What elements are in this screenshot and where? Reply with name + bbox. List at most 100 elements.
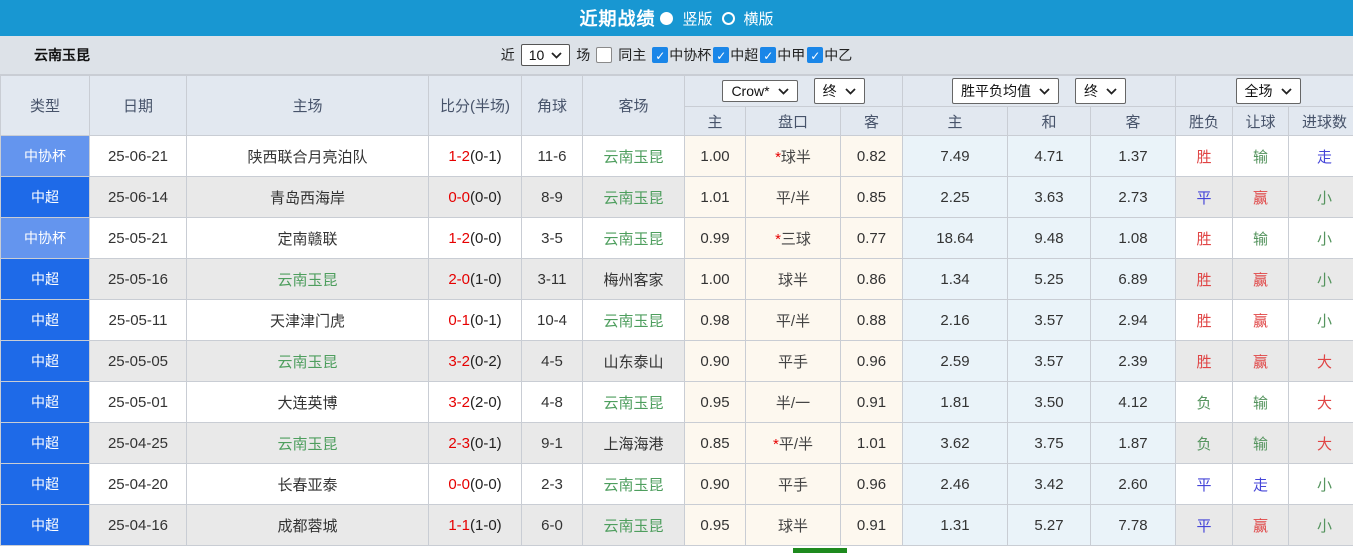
odds-home-cell: 0.95 [684,381,746,423]
away-team-cell[interactable]: 云南玉昆 [582,135,685,177]
halftime-score: (0-1) [470,147,502,165]
avg-draw-cell: 3.50 [1007,381,1092,423]
score-cell[interactable]: 0-0(0-0) [428,176,522,218]
away-team-cell[interactable]: 云南玉昆 [582,299,685,341]
corner-cell: 3-11 [521,258,583,300]
home-team-cell[interactable]: 陕西联合月亮泊队 [186,135,429,177]
handicap-value: 平/半 [775,189,811,207]
odds-away-cell: 0.82 [839,135,904,177]
handicap-result-cell: 走 [1232,463,1290,505]
horizontal-layout-label[interactable]: 横版 [744,8,774,29]
match-row: 中超 25-06-14 青岛西海岸 0-0(0-0) 8-9 云南玉昆 1.01 平/半 0.8… [0,176,1353,218]
date-cell: 25-06-21 [89,135,187,177]
same-home-checkbox[interactable] [596,47,613,63]
chevron-down-icon [777,87,789,95]
avg-home-cell: 7.49 [902,135,1009,177]
handicap-value: 平/半 [775,312,811,330]
match-count-value: 10 [528,47,545,63]
league-checkbox[interactable]: ✓ [652,47,669,63]
scope-select[interactable]: 全场 [1235,78,1301,104]
away-team-cell[interactable]: 梅州客家 [582,258,685,300]
handicap-cell: 球半 [745,258,841,300]
vertical-layout-label[interactable]: 竖版 [682,8,712,29]
score-cell[interactable]: 0-1(0-1) [428,299,522,341]
corner-cell: 4-5 [521,340,583,382]
odds-away-cell: 0.96 [839,463,904,505]
handicap-value: 球半 [780,148,811,166]
goals-cell: 大 [1288,381,1353,423]
away-team-cell[interactable]: 云南玉昆 [582,176,685,218]
home-team-cell[interactable]: 云南玉昆 [186,422,429,464]
horizontal-layout-radio[interactable] [721,11,735,25]
league-filter-group: ✓ 中协杯 ✓ 中超 ✓ 中甲 ✓ 中乙 [652,45,854,65]
avg-home-cell: 18.64 [902,217,1009,259]
score-cell[interactable]: 3-2(2-0) [428,381,522,423]
corner-cell: 9-1 [521,422,583,464]
odds-home-cell: 0.99 [684,217,746,259]
match-row: 中超 25-05-05 云南玉昆 3-2(0-2) 4-5 山东泰山 0.90 平手 0.96 2… [0,340,1353,382]
away-team-cell[interactable]: 云南玉昆 [582,381,685,423]
home-team-cell[interactable]: 定南赣联 [186,217,429,259]
handicap-value: 平/半 [778,435,813,453]
chevron-down-icon [1106,87,1117,95]
halftime-score: (0-1) [470,311,502,329]
score-cell[interactable]: 0-0(0-0) [428,463,522,505]
home-team-cell[interactable]: 青岛西海岸 [186,176,429,218]
avg-home-cell: 1.31 [902,504,1009,546]
results-tbody: 中协杯 25-06-21 陕西联合月亮泊队 1-2(0-1) 11-6 云南玉昆 1.00 *… [0,135,1353,546]
col-header-away: 客场 [582,75,685,136]
result-cell: 负 [1175,381,1234,423]
odds-away-cell: 0.77 [839,217,904,259]
handicap-result-cell: 输 [1232,217,1290,259]
goals-cell: 小 [1288,504,1353,546]
away-team-cell[interactable]: 云南玉昆 [582,463,685,505]
away-team-cell[interactable]: 山东泰山 [582,340,685,382]
fulltime-score: 0-0 [448,188,470,206]
date-cell: 25-04-20 [89,463,187,505]
home-team-cell[interactable]: 云南玉昆 [186,340,429,382]
league-checkbox[interactable]: ✓ [807,47,824,63]
bookmaker-select[interactable]: Crow* [722,80,798,102]
score-cell[interactable]: 1-1(1-0) [428,504,522,546]
home-team-cell[interactable]: 大连英博 [186,381,429,423]
avg-away-cell: 1.87 [1090,422,1177,464]
home-team-cell[interactable]: 长春亚泰 [186,463,429,505]
odds-time-select-right[interactable]: 终 [1075,78,1127,104]
away-team-cell[interactable]: 云南玉昆 [582,217,685,259]
league-checkbox[interactable]: ✓ [713,47,730,63]
score-cell[interactable]: 1-2(0-0) [428,217,522,259]
avg-type-select[interactable]: 胜平负均值 [952,78,1060,104]
col-header-score: 比分(半场) [428,75,522,136]
team-name: 云南玉昆 [34,47,90,63]
score-cell[interactable]: 1-2(0-1) [428,135,522,177]
away-team-cell[interactable]: 云南玉昆 [582,504,685,546]
home-team-cell[interactable]: 成都蓉城 [186,504,429,546]
col-header-avg-away: 客 [1090,106,1177,136]
away-team-cell[interactable]: 上海海港 [582,422,685,464]
score-cell[interactable]: 2-3(0-1) [428,422,522,464]
match-row: 中协杯 25-05-21 定南赣联 1-2(0-0) 3-5 云南玉昆 0.99 *三球 0.7… [0,217,1353,259]
halftime-score: (0-0) [470,188,502,206]
score-cell[interactable]: 3-2(0-2) [428,340,522,382]
handicap-cell: 平/半 [745,299,841,341]
handicap-cell: *球半 [745,135,841,177]
score-cell[interactable]: 2-0(1-0) [428,258,522,300]
odds-away-cell: 1.01 [839,422,904,464]
avg-home-cell: 2.25 [902,176,1009,218]
home-team-cell[interactable]: 云南玉昆 [186,258,429,300]
fulltime-score: 0-1 [448,311,470,329]
vertical-layout-radio[interactable] [660,11,674,25]
odds-away-cell: 0.86 [839,258,904,300]
match-count-select[interactable]: 10 [520,44,571,66]
avg-away-cell: 2.39 [1090,340,1177,382]
avg-draw-cell: 3.57 [1007,299,1092,341]
result-cell: 胜 [1175,135,1234,177]
handicap-value: 平手 [777,476,808,494]
league-checkbox[interactable]: ✓ [760,47,777,63]
odds-home-cell: 0.90 [684,340,746,382]
avg-home-cell: 1.34 [902,258,1009,300]
odds-time-select-left[interactable]: 终 [813,78,865,104]
home-team-cell[interactable]: 天津津门虎 [186,299,429,341]
avg-type-select-value: 胜平负均值 [961,83,1032,99]
league-badge: 中协杯 [0,217,90,259]
